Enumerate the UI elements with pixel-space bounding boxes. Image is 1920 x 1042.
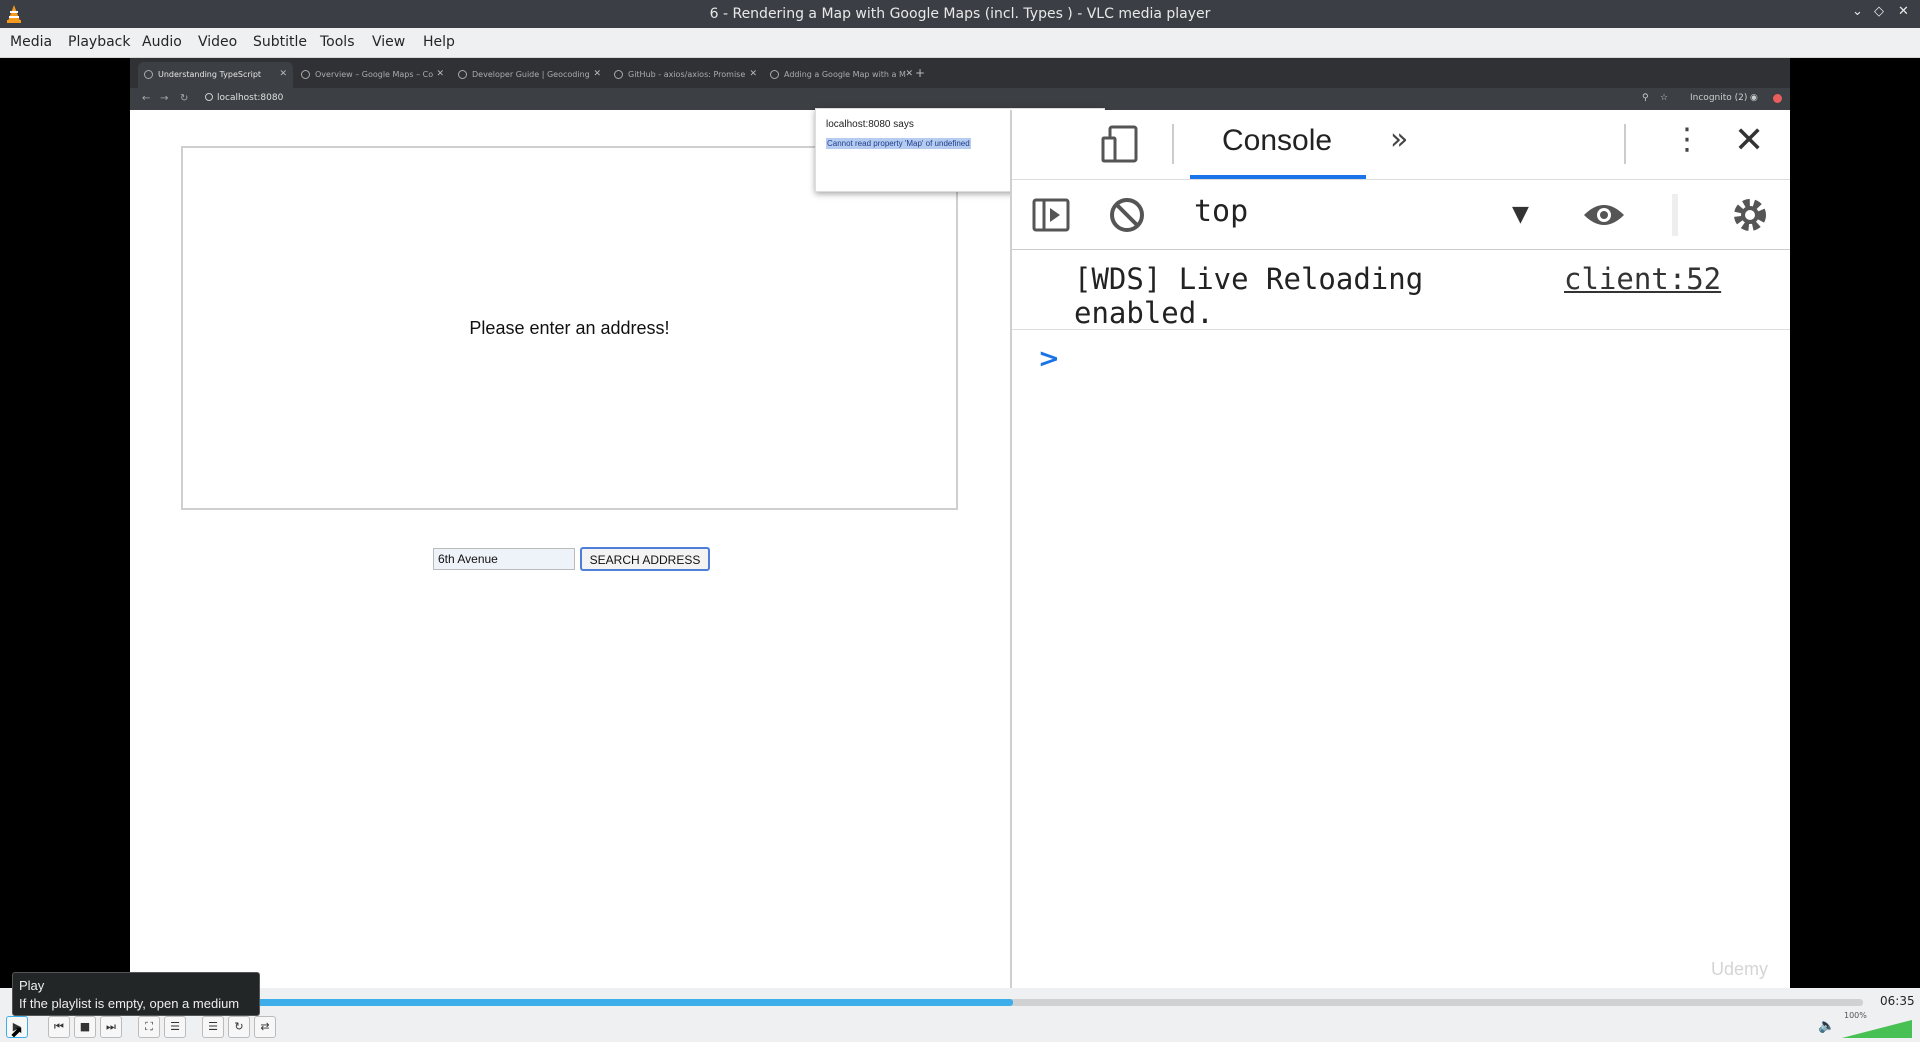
browser-tab-label: Developer Guide | Geocoding (472, 70, 590, 79)
browser-tab: GitHub - axios/axios: Promise ✕ (608, 62, 763, 88)
favicon-icon (458, 70, 467, 79)
filter-input (1672, 194, 1678, 236)
device-toolbar-icon (1101, 125, 1138, 163)
speaker-icon[interactable]: 🔈 (1818, 1018, 1835, 1034)
devtools-header: Console » ⋮ ✕ (1012, 110, 1790, 180)
minimize-icon[interactable]: ⌄ (1852, 4, 1863, 19)
fullscreen-button[interactable]: ⛶ (138, 1016, 160, 1038)
forward-icon: → (160, 93, 169, 104)
close-tab-icon: ✕ (749, 69, 757, 79)
stop-button[interactable]: ■ (74, 1016, 96, 1038)
title-bar: 6 - Rendering a Map with Google Maps (in… (0, 0, 1920, 28)
browser-tab-label: Understanding TypeScript (158, 70, 262, 79)
extended-settings-button[interactable]: ☰ (164, 1016, 186, 1038)
menu-subtitle[interactable]: Subtitle (253, 34, 307, 50)
tab-console: Console (1222, 124, 1333, 157)
alert-title: localhost:8080 says (826, 119, 914, 130)
back-icon: ← (142, 93, 151, 104)
console-log-row: [WDS] Live Reloading enabled. client:52 (1012, 250, 1790, 330)
profile-icon: ◉ (1750, 93, 1758, 103)
browser-tab-label: GitHub - axios/axios: Promise (628, 70, 746, 79)
console-toolbar: top ▼ (1012, 180, 1790, 250)
menu-help[interactable]: Help (423, 34, 455, 50)
volume-slider[interactable] (1842, 1020, 1912, 1038)
playlist-button[interactable]: ☰ (202, 1016, 224, 1038)
live-expression-eye-icon (1584, 205, 1624, 225)
reload-icon: ↻ (180, 93, 189, 104)
divider (1624, 124, 1626, 164)
gear-icon (1734, 199, 1766, 231)
map-container: Please enter an address! (181, 146, 958, 510)
close-tab-icon: ✕ (593, 69, 601, 79)
close-tab-icon: ✕ (279, 69, 287, 79)
context-selector: top (1194, 194, 1249, 229)
browser-tab: Developer Guide | Geocoding ✕ (452, 62, 607, 88)
tooltip-title: Play (19, 978, 45, 993)
address-input: 6th Avenue (433, 548, 575, 570)
browser-tab-label: Adding a Google Map with a M (784, 70, 906, 79)
seek-bar[interactable] (15, 999, 1863, 1006)
menu-view[interactable]: View (372, 34, 405, 50)
close-tab-icon: ✕ (905, 69, 913, 79)
play-tooltip: Play If the playlist is empty, open a me… (12, 972, 260, 1016)
menu-tools[interactable]: Tools (320, 34, 355, 50)
more-tabs-icon: » (1390, 122, 1409, 157)
udemy-watermark: Udemy (1710, 959, 1768, 979)
github-icon (614, 70, 623, 79)
kebab-menu-icon: ⋮ (1672, 122, 1702, 157)
divider (1172, 124, 1174, 164)
volume-percent: 100% (1844, 1011, 1867, 1020)
info-icon (205, 93, 213, 101)
url-text: localhost:8080 (217, 93, 284, 103)
star-icon: ☆ (1660, 93, 1669, 103)
browser-tab: Adding a Google Map with a M ✕ (764, 62, 919, 88)
close-tab-icon: ✕ (436, 69, 444, 79)
address-bar: localhost:8080 (205, 93, 283, 103)
zoom-icon: ⚲ (1642, 93, 1649, 103)
favicon-icon (301, 70, 310, 79)
console-prompt-icon: > (1038, 344, 1060, 374)
close-window-icon[interactable]: ✕ (1898, 4, 1909, 19)
maximize-icon[interactable]: ◇ (1874, 4, 1884, 19)
favicon-icon (770, 70, 779, 79)
total-time: 06:35 (1880, 994, 1915, 1008)
menu-audio[interactable]: Audio (142, 34, 182, 50)
map-message: Please enter an address! (469, 318, 670, 338)
log-source-link: client:52 (1564, 262, 1722, 296)
recording-dot-icon (1773, 94, 1782, 103)
player-controls: 06:35 ▶ ⏮ ■ ⏭ ⛶ ☰ ☰ ↻ ⇄ 🔈 100% (0, 988, 1920, 1042)
browser-tab-strip: Understanding TypeScript ✕ Overview – Go… (130, 58, 1790, 88)
sidebar-toggle-icon (1032, 198, 1070, 232)
new-tab-icon: + (915, 66, 926, 80)
window-title: 6 - Rendering a Map with Google Maps (in… (709, 6, 1211, 22)
close-devtools-icon: ✕ (1734, 120, 1765, 161)
dropdown-arrow-icon: ▼ (1512, 202, 1529, 227)
shuffle-button[interactable]: ⇄ (254, 1016, 276, 1038)
browser-toolbar: ← → ↻ localhost:8080 ⚲ ☆ Incognito (2) ◉ (130, 88, 1790, 110)
next-button[interactable]: ⏭ (100, 1016, 122, 1038)
video-area[interactable]: Understanding TypeScript ✕ Overview – Go… (0, 58, 1920, 992)
menu-playback[interactable]: Playback (68, 34, 130, 50)
menu-video[interactable]: Video (198, 34, 237, 50)
active-tab-indicator (1190, 175, 1366, 179)
browser-tab-label: Overview – Google Maps – Co (315, 70, 434, 79)
mouse-cursor-icon: ⬈ (10, 1022, 24, 1041)
devtools-panel: Console » ⋮ ✕ top ▼ [WDS] Live Reloading… (1010, 110, 1790, 992)
menu-bar: Media Playback Audio Video Subtitle Tool… (0, 28, 1920, 58)
search-address-button: SEARCH ADDRESS (580, 547, 710, 571)
video-frame: Understanding TypeScript ✕ Overview – Go… (130, 58, 1790, 992)
menu-media[interactable]: Media (10, 34, 52, 50)
previous-button[interactable]: ⏮ (48, 1016, 70, 1038)
loop-button[interactable]: ↻ (228, 1016, 250, 1038)
clear-console-icon (1110, 198, 1144, 232)
log-message: [WDS] Live Reloading enabled. (1074, 262, 1424, 330)
favicon-icon (144, 70, 153, 79)
incognito-label: Incognito (2) (1690, 93, 1748, 103)
browser-tab: Understanding TypeScript ✕ (138, 62, 293, 88)
browser-tab: Overview – Google Maps – Co ✕ (295, 62, 450, 88)
alert-message: Cannot read property 'Map' of undefined (826, 138, 971, 149)
tooltip-text: If the playlist is empty, open a medium (19, 996, 240, 1011)
